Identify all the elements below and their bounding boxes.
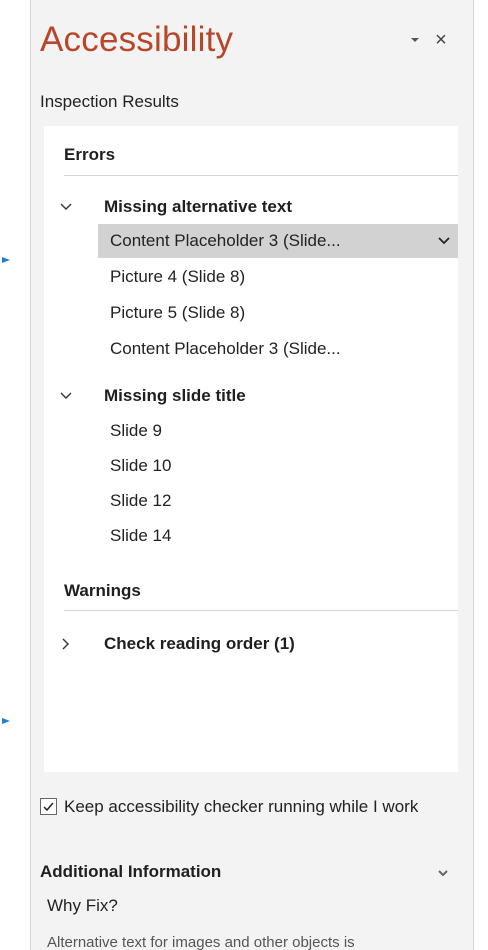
dropdown-arrow-icon[interactable] [405,30,425,50]
result-item-label: Slide 14 [110,526,172,545]
result-item[interactable]: Picture 4 (Slide 8) [98,260,458,294]
keep-running-checkbox[interactable] [40,798,57,815]
chevron-right-icon [62,638,69,650]
result-item[interactable]: Content Placeholder 3 (Slide... [98,332,458,366]
additional-information-label: Additional Information [40,862,222,881]
result-item-label: Picture 5 (Slide 8) [110,303,246,322]
result-item[interactable]: Slide 9 [98,414,458,448]
result-item-label: Content Placeholder 3 (Slide... [110,339,341,358]
chevron-down-icon [60,392,72,399]
why-fix-body: Alternative text for images and other ob… [47,934,355,950]
result-item[interactable]: Content Placeholder 3 (Slide... [98,224,458,258]
result-item-label: Slide 12 [110,491,172,510]
why-fix-heading: Why Fix? [47,896,118,915]
group-missing-alt-text[interactable]: Missing alternative text [44,193,458,223]
result-item-label: Picture 4 (Slide 8) [110,267,246,286]
keep-running-checkbox-row[interactable]: Keep accessibility checker running while… [40,797,460,848]
pointer-arrow-icon [2,718,10,724]
chevron-down-icon[interactable] [436,233,452,249]
result-item-label: Slide 9 [110,421,162,440]
errors-divider [64,175,458,176]
close-button[interactable]: × [429,28,453,52]
chevron-down-icon [60,203,72,210]
warnings-divider [64,610,458,611]
result-item[interactable]: Slide 10 [98,449,458,483]
pointer-arrow-icon [2,257,10,263]
group-label: Missing slide title [104,386,246,405]
group-label: Missing alternative text [104,197,293,216]
result-item[interactable]: Slide 14 [98,519,458,553]
pane-title: Accessibility [40,20,234,59]
accessibility-pane: Accessibility × Inspection Results Error… [30,0,474,950]
warnings-heading: Warnings [64,581,141,600]
group-label: Check reading order (1) [104,634,295,653]
inspection-results-list: Errors Missing alternative text Content … [44,126,458,772]
result-item[interactable]: Slide 12 [98,484,458,518]
result-item-label: Slide 10 [110,456,172,475]
result-item[interactable]: Picture 5 (Slide 8) [98,296,458,330]
additional-information-header[interactable]: Additional Information [40,860,450,888]
keep-running-label: Keep accessibility checker running while… [64,797,419,816]
result-item-label: Content Placeholder 3 (Slide... [110,231,341,250]
inspection-results-label: Inspection Results [40,92,179,111]
group-missing-slide-title[interactable]: Missing slide title [44,382,458,412]
group-check-reading-order[interactable]: Check reading order (1) [44,630,458,660]
checkmark-icon [43,802,54,812]
chevron-down-icon [438,870,448,877]
errors-heading: Errors [64,145,116,164]
